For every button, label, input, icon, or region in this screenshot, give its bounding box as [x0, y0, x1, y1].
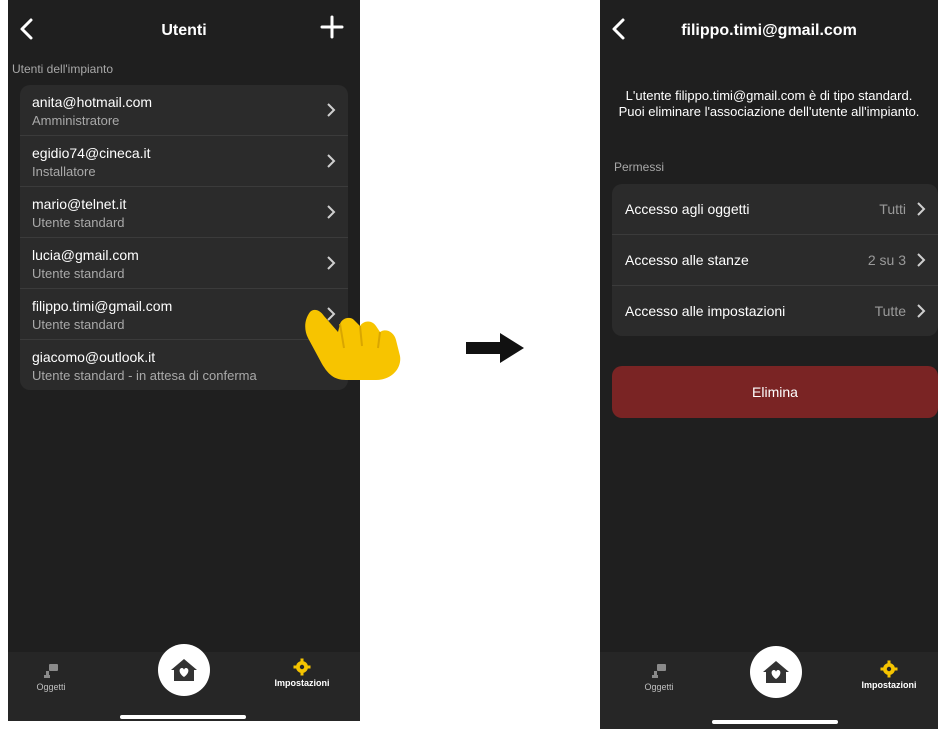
- chevron-right-icon: [917, 304, 926, 318]
- user-row[interactable]: anita@hotmail.com Amministratore: [20, 85, 348, 136]
- user-row[interactable]: egidio74@cineca.it Installatore: [20, 136, 348, 187]
- user-email: lucia@gmail.com: [32, 247, 139, 263]
- header: filippo.timi@gmail.com: [600, 0, 938, 60]
- chevron-right-icon: [327, 205, 336, 219]
- permission-row-objects[interactable]: Accesso agli oggetti Tutti: [612, 184, 938, 235]
- permission-label: Accesso alle stanze: [625, 252, 749, 268]
- camera-icon: [652, 664, 666, 678]
- home-indicator: [712, 720, 838, 724]
- user-role: Utente standard: [32, 266, 125, 281]
- user-role: Utente standard - in attesa di conferma: [32, 368, 257, 383]
- chevron-right-icon: [917, 202, 926, 216]
- tab-settings[interactable]: Impostazioni: [856, 660, 922, 690]
- permission-value: Tutti: [879, 201, 906, 217]
- user-email: filippo.timi@gmail.com: [32, 298, 173, 314]
- tab-objects[interactable]: Oggetti: [26, 662, 76, 692]
- tab-objects[interactable]: Oggetti: [634, 662, 684, 692]
- page-title: filippo.timi@gmail.com: [681, 22, 857, 39]
- home-button[interactable]: [158, 644, 210, 696]
- user-email: mario@telnet.it: [32, 196, 127, 212]
- permission-value: Tutte: [874, 303, 906, 319]
- permission-row-rooms[interactable]: Accesso alle stanze 2 su 3: [612, 235, 938, 286]
- gear-icon: [293, 658, 311, 676]
- tab-label: Oggetti: [36, 682, 66, 692]
- chevron-right-icon: [327, 154, 336, 168]
- tap-hand-icon: [305, 309, 401, 380]
- camera-icon: [44, 664, 58, 678]
- user-role: Utente standard: [32, 215, 125, 230]
- tab-label: Impostazioni: [861, 680, 917, 690]
- user-row[interactable]: mario@telnet.it Utente standard: [20, 187, 348, 238]
- user-role: Utente standard: [32, 317, 125, 332]
- page-title: Utenti: [161, 22, 207, 39]
- user-email: anita@hotmail.com: [32, 94, 153, 110]
- tab-bar: Oggetti Impostazioni: [8, 644, 360, 721]
- add-user-icon[interactable]: [320, 15, 344, 39]
- description-line: Puoi eliminare l'associazione dell'utent…: [618, 104, 920, 119]
- chevron-right-icon: [327, 103, 336, 117]
- home-button[interactable]: [750, 646, 802, 698]
- permission-label: Accesso alle impostazioni: [625, 303, 786, 319]
- delete-button[interactable]: Elimina: [612, 366, 938, 418]
- tab-label: Impostazioni: [274, 678, 330, 688]
- user-description: L'utente filippo.timi@gmail.com è di tip…: [600, 88, 938, 120]
- user-email: giacomo@outlook.it: [32, 349, 156, 365]
- user-row[interactable]: giacomo@outlook.it Utente standard - in …: [20, 340, 348, 390]
- arrow-right-icon: [466, 333, 524, 363]
- home-heart-icon: [763, 661, 789, 683]
- permission-row-settings[interactable]: Accesso alle impostazioni Tutte: [612, 286, 938, 336]
- users-list: anita@hotmail.com Amministratore egidio7…: [20, 85, 348, 390]
- user-detail-screen: filippo.timi@gmail.com L'utente filippo.…: [600, 0, 938, 729]
- header: Utenti: [8, 0, 360, 60]
- user-role: Installatore: [32, 164, 96, 179]
- user-role: Amministratore: [32, 113, 120, 128]
- home-heart-icon: [171, 659, 197, 681]
- user-row[interactable]: lucia@gmail.com Utente standard: [20, 238, 348, 289]
- section-label: Permessi: [614, 160, 665, 174]
- tab-bar: Oggetti Impostazioni: [600, 646, 938, 729]
- section-label: Utenti dell'impianto: [12, 62, 114, 76]
- chevron-right-icon: [327, 256, 336, 270]
- home-indicator: [120, 715, 246, 719]
- permission-value: 2 su 3: [867, 252, 906, 268]
- tab-settings[interactable]: Impostazioni: [270, 658, 334, 688]
- permissions-list: Accesso agli oggetti Tutti Accesso alle …: [612, 184, 938, 336]
- permission-label: Accesso agli oggetti: [625, 201, 750, 217]
- tab-label: Oggetti: [644, 682, 674, 692]
- user-row[interactable]: filippo.timi@gmail.com Utente standard: [20, 289, 348, 340]
- description-line: L'utente filippo.timi@gmail.com è di tip…: [625, 88, 913, 103]
- user-email: egidio74@cineca.it: [32, 145, 151, 161]
- chevron-right-icon: [917, 253, 926, 267]
- gear-icon: [880, 660, 898, 678]
